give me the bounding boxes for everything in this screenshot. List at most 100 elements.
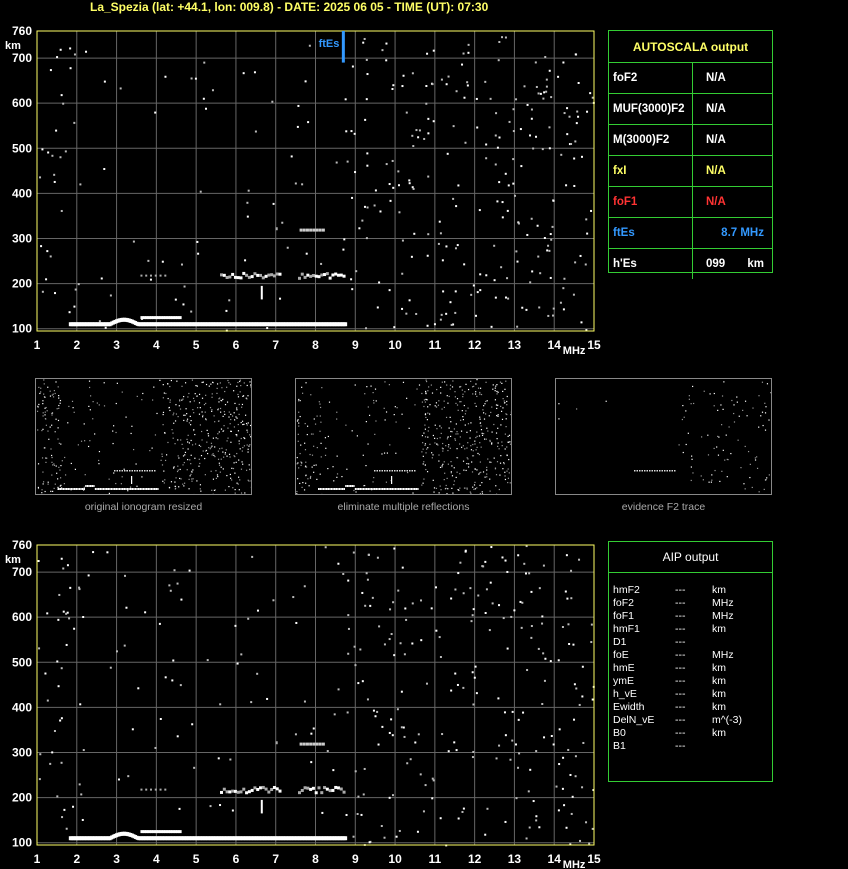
noise-dot: [523, 562, 526, 565]
noise-dot: [87, 574, 90, 577]
thumb-noise-dot: [375, 400, 377, 402]
thumb-noise-dot: [188, 422, 190, 424]
noise-dot: [256, 609, 259, 612]
x-tick-label: 2: [73, 338, 80, 352]
thumb-noise-dot: [47, 483, 49, 485]
thumb-noise-dot: [182, 455, 185, 457]
thumb-noise-dot: [207, 433, 209, 435]
thumb-es-trace: [380, 488, 382, 490]
noise-dot: [450, 689, 453, 692]
noise-dot: [479, 289, 482, 292]
aip-row: Ewidth --- km: [609, 701, 772, 714]
es-second-hop-point: [159, 274, 162, 277]
thumb-noise-dot: [174, 485, 176, 488]
noise-dot: [365, 58, 368, 61]
thumb-noise-dot: [502, 390, 504, 393]
thumb-noise-dot: [222, 429, 225, 432]
thumb-es-trace: [318, 488, 320, 490]
thumb-noise-dot: [449, 384, 452, 386]
thumb-noise-dot: [50, 454, 53, 457]
thumb-noise-dot: [481, 432, 483, 434]
thumb-noise-dot: [300, 444, 302, 446]
thumb-noise-dot: [164, 479, 166, 481]
thumb-noise-dot: [421, 401, 424, 403]
thumb-noise-dot: [501, 382, 503, 384]
thumb-noise-dot: [479, 472, 481, 474]
noise-dot: [69, 67, 72, 70]
thumb-noise-dot: [447, 488, 449, 490]
noise-dot: [508, 120, 511, 123]
thumb-es-second-hop: [116, 470, 118, 472]
noise-dot: [441, 733, 444, 736]
es-second-hop-point: [264, 274, 268, 278]
thumb-noise-dot: [497, 414, 499, 416]
thumb-noise-dot: [461, 410, 463, 412]
noise-dot: [532, 800, 535, 803]
thumb-es-trace: [77, 488, 79, 490]
thumb-noise-dot: [422, 448, 424, 450]
y-tick-label: 300: [12, 232, 32, 246]
thumb-noise-dot: [219, 382, 221, 384]
thumb-es-second-hop: [151, 470, 153, 472]
thumb-noise-dot: [459, 443, 461, 445]
thumb-noise-dot: [432, 454, 434, 456]
thumb-noise-dot: [211, 396, 213, 398]
noise-dot: [401, 85, 404, 88]
thumb-noise-dot: [152, 399, 154, 401]
noise-dot: [217, 757, 220, 760]
thumb-noise-dot: [470, 380, 472, 382]
noise-dot: [537, 255, 540, 258]
thumb-es-trace: [150, 488, 153, 490]
thumb-noise-dot: [204, 474, 206, 476]
thumb-es-trace: [350, 485, 352, 487]
thumb-noise-dot: [53, 487, 55, 489]
thumb-noise-dot: [506, 395, 508, 398]
thumb-es-second-hop: [401, 470, 403, 472]
x-tick-label: 9: [352, 338, 359, 352]
thumb-noise-dot: [59, 469, 61, 471]
thumb-noise-dot: [327, 435, 329, 438]
noise-dot: [565, 554, 568, 557]
noise-dot: [591, 96, 594, 99]
thumb-noise-dot: [198, 393, 201, 395]
thumb-noise-dot: [452, 380, 454, 382]
thumb-noise-dot: [495, 485, 497, 487]
aip-param-unit: MHz: [712, 597, 734, 609]
noise-dot: [498, 40, 501, 43]
noise-dot: [357, 682, 360, 685]
thumb-noise-dot: [346, 468, 348, 470]
es-second-hop-point: [314, 274, 318, 278]
noise-dot: [535, 815, 538, 818]
thumb-noise-dot: [431, 392, 434, 394]
noise-dot: [498, 744, 501, 747]
thumb-noise-dot: [182, 398, 184, 400]
noise-dot: [557, 659, 560, 662]
thumb-noise-dot: [688, 398, 690, 400]
thumb-noise-dot: [202, 450, 204, 452]
noise-dot: [78, 588, 81, 591]
es-second-hop-point: [328, 276, 332, 280]
es-second-hop-point: [239, 790, 243, 794]
thumb-noise-dot: [215, 477, 217, 479]
noise-dot: [517, 718, 520, 721]
noise-dot: [69, 47, 72, 50]
thumb-noise-dot: [762, 424, 764, 427]
thumb-noise-dot: [454, 438, 456, 440]
thumb-es-trace: [343, 488, 345, 490]
noise-dot: [452, 197, 455, 200]
noise-dot: [368, 841, 371, 844]
noise-dot: [494, 296, 497, 299]
thumb-noise-dot: [703, 390, 705, 392]
noise-dot: [231, 809, 234, 812]
thumb-noise-dot: [242, 395, 244, 397]
thumb-noise-dot: [717, 454, 720, 456]
thumb-noise-dot: [57, 478, 59, 480]
thumb-noise-dot: [308, 485, 310, 487]
noise-dot: [85, 50, 88, 53]
thumb-noise-dot: [246, 429, 248, 431]
thumb-noise-dot: [465, 469, 467, 472]
thumb-noise-dot: [692, 385, 694, 388]
thumb-noise-dot: [736, 396, 738, 398]
noise-dot: [374, 189, 377, 192]
thumb-noise-dot: [186, 413, 188, 415]
